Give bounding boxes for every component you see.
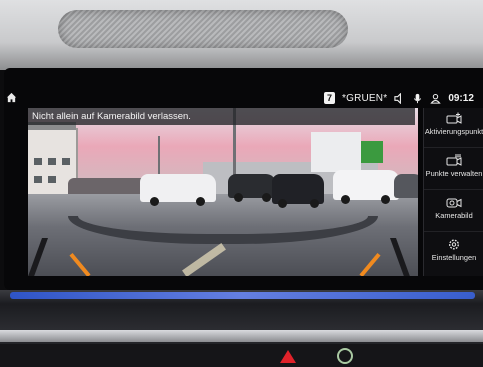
dashboard-top bbox=[0, 0, 483, 70]
menu-item-camera-view[interactable]: Kamerabild bbox=[424, 192, 483, 232]
speaker-grille bbox=[58, 10, 348, 48]
camera-building-white bbox=[311, 132, 361, 172]
camera-car-bmw-black bbox=[272, 174, 324, 208]
camera-add-icon bbox=[446, 112, 462, 124]
camera-car-dark bbox=[228, 174, 276, 202]
infotainment-screen: 7 *GRUEN* 09:12 Nicht allein auf Kamerab… bbox=[4, 84, 483, 280]
volume-icon[interactable] bbox=[394, 92, 405, 104]
ambient-light-strip bbox=[10, 292, 475, 299]
menu-item-label: Punkte verwalten bbox=[425, 169, 483, 178]
camera-warning-banner: Nicht allein auf Kamerabild verlassen. bbox=[28, 108, 415, 125]
camera-icon bbox=[446, 198, 462, 208]
camera-car-white-suv bbox=[140, 174, 216, 206]
chrome-trim bbox=[0, 330, 483, 342]
home-icon[interactable] bbox=[6, 92, 17, 103]
menu-item-label: Einstellungen bbox=[431, 253, 477, 262]
camera-green-sign bbox=[361, 141, 383, 163]
radio-station-text: *GRUEN* bbox=[342, 92, 388, 104]
center-console-buttons bbox=[0, 344, 483, 367]
camera-car-grey bbox=[394, 174, 418, 198]
camera-list-icon bbox=[446, 154, 462, 166]
user-profile-icon[interactable] bbox=[430, 93, 442, 104]
hazard-button-icon[interactable] bbox=[280, 350, 296, 363]
menu-item-settings[interactable]: Einstellungen bbox=[424, 234, 483, 274]
menu-item-label: Kamerabild bbox=[435, 211, 473, 220]
camera-car-white-bmw bbox=[333, 170, 399, 204]
lane-assist-button-icon[interactable] bbox=[337, 348, 353, 364]
camera-side-menu: Aktivierungspunkt Punkte verwalten Kamer… bbox=[423, 108, 483, 276]
status-bar: 7 *GRUEN* 09:12 bbox=[324, 90, 474, 106]
menu-item-activation-point[interactable]: Aktivierungspunkt bbox=[424, 108, 483, 148]
track-number-badge: 7 bbox=[324, 92, 336, 104]
microphone-icon[interactable] bbox=[412, 93, 423, 104]
gear-icon bbox=[448, 239, 460, 250]
menu-item-label: Aktivierungspunkt bbox=[424, 127, 483, 136]
rear-camera-view bbox=[28, 108, 418, 276]
menu-item-manage-points[interactable]: Punkte verwalten bbox=[424, 150, 483, 190]
clock: 09:12 bbox=[448, 92, 474, 104]
